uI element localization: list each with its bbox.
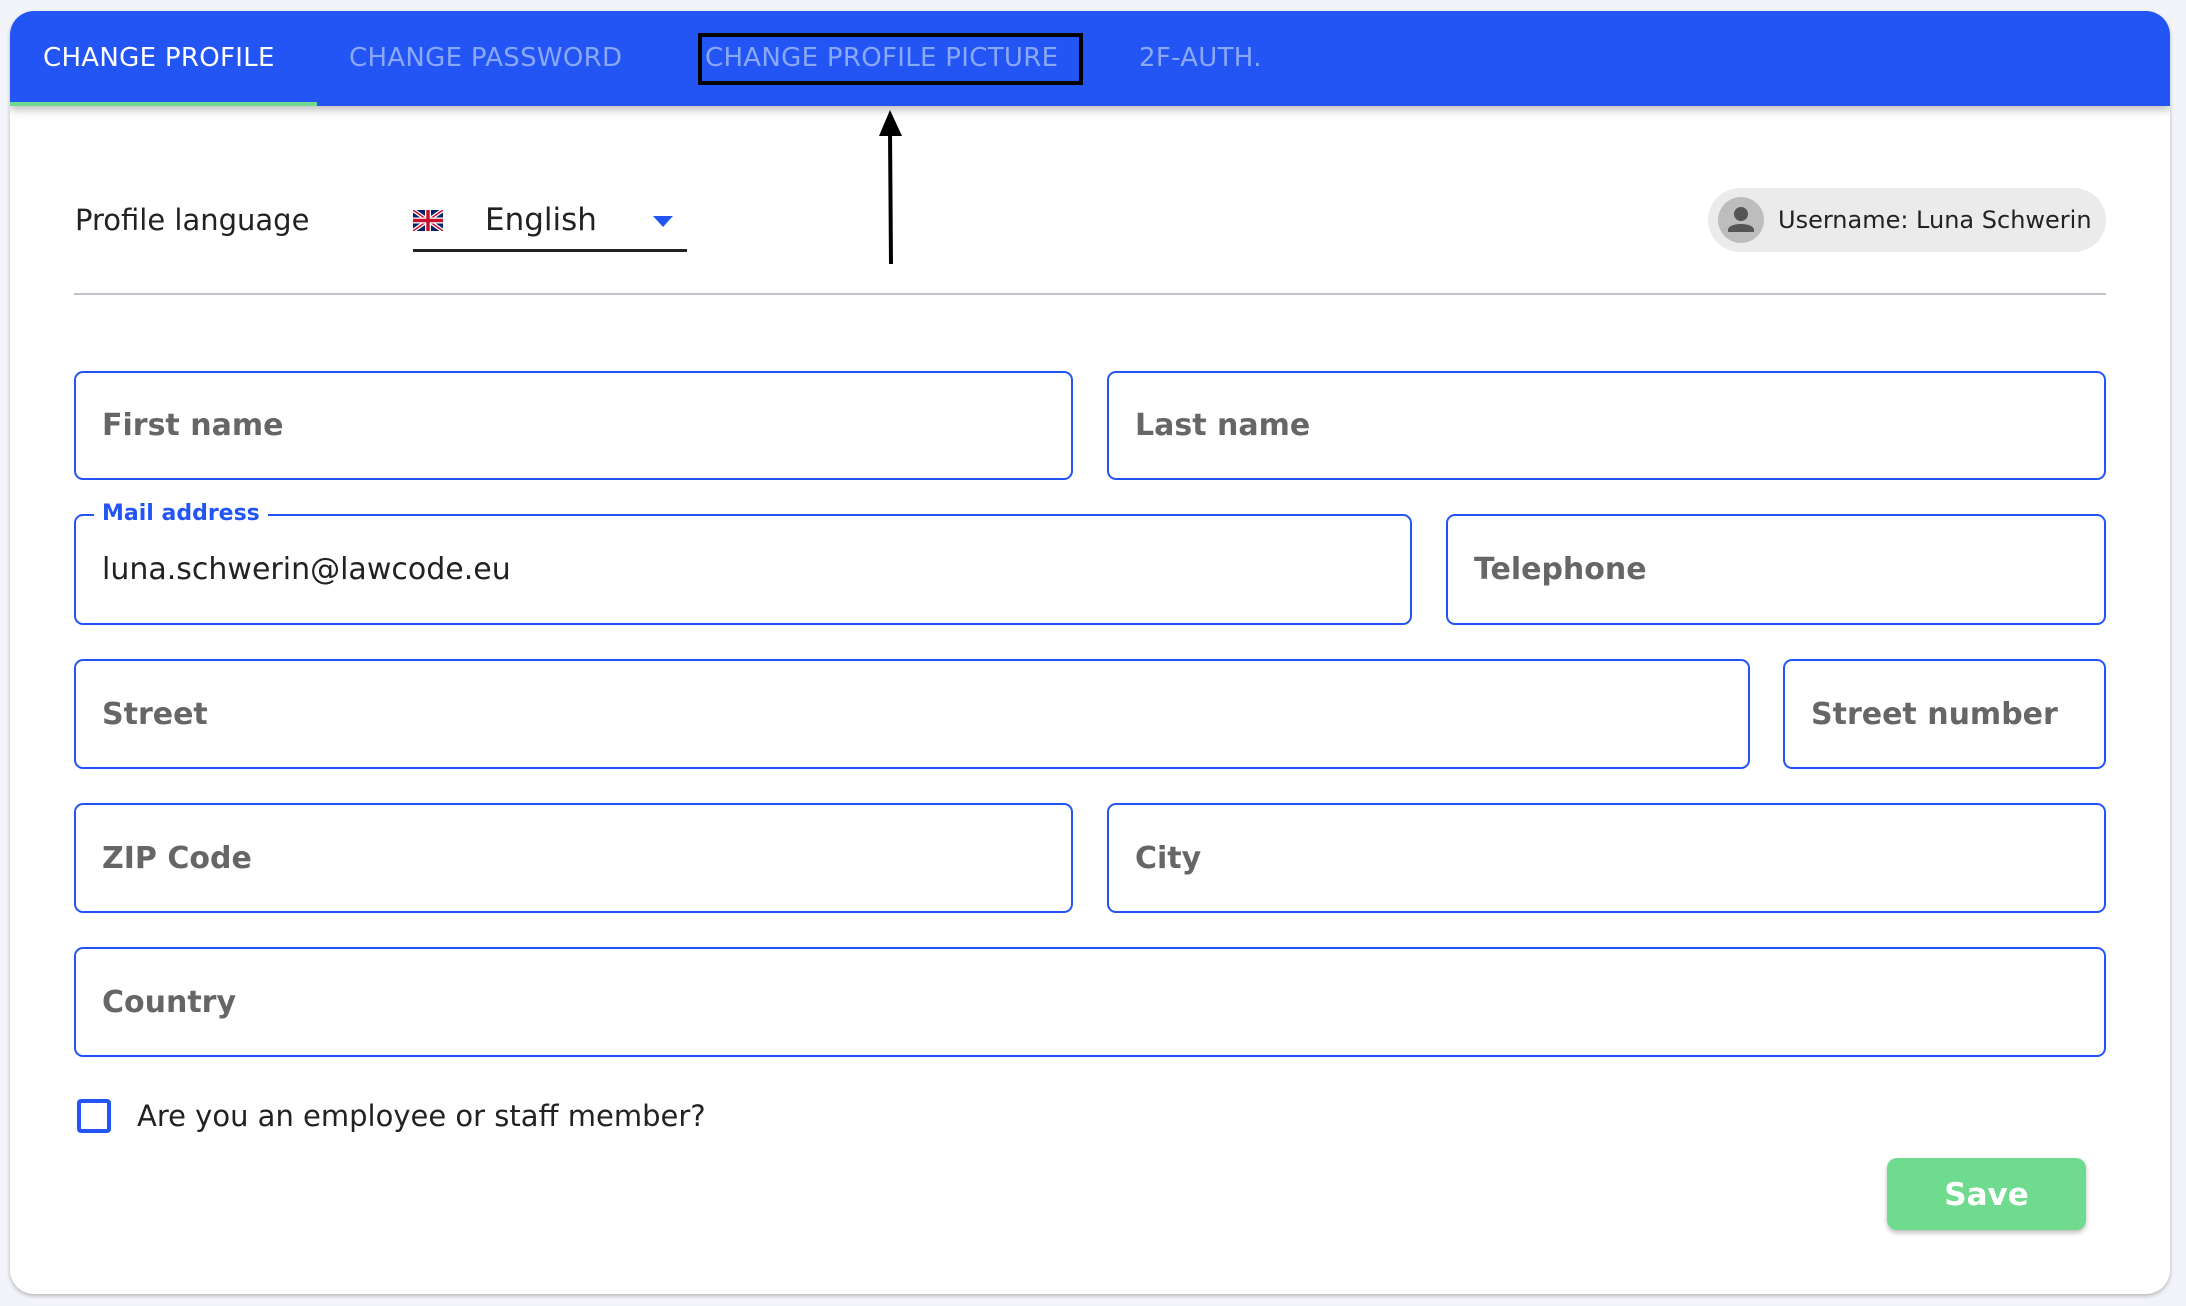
profile-card: CHANGE PROFILE CHANGE PASSWORD CHANGE PR… <box>10 11 2170 1294</box>
first-name-input[interactable] <box>102 373 1045 478</box>
street-input[interactable] <box>102 661 1722 767</box>
employee-checkbox[interactable] <box>77 1099 111 1133</box>
zip-code-input[interactable] <box>102 805 1045 911</box>
city-field[interactable] <box>1107 803 2106 913</box>
telephone-field[interactable] <box>1446 514 2106 625</box>
annotation-arrow-icon <box>879 110 902 265</box>
telephone-input[interactable] <box>1474 516 2078 623</box>
mail-address-field[interactable]: Mail address <box>74 499 1412 625</box>
mail-address-input[interactable] <box>102 516 1384 623</box>
zip-code-field[interactable] <box>74 803 1073 913</box>
last-name-input[interactable] <box>1135 373 2078 478</box>
first-name-field[interactable] <box>74 371 1073 480</box>
country-field[interactable] <box>74 947 2106 1057</box>
street-field[interactable] <box>74 659 1750 769</box>
city-input[interactable] <box>1135 805 2078 911</box>
employee-checkbox-label[interactable]: Are you an employee or staff member? <box>137 1093 706 1139</box>
street-number-field[interactable] <box>1783 659 2106 769</box>
country-input[interactable] <box>102 949 2078 1055</box>
save-button[interactable]: Save <box>1887 1158 2086 1230</box>
street-number-input[interactable] <box>1811 661 2078 767</box>
last-name-field[interactable] <box>1107 371 2106 480</box>
